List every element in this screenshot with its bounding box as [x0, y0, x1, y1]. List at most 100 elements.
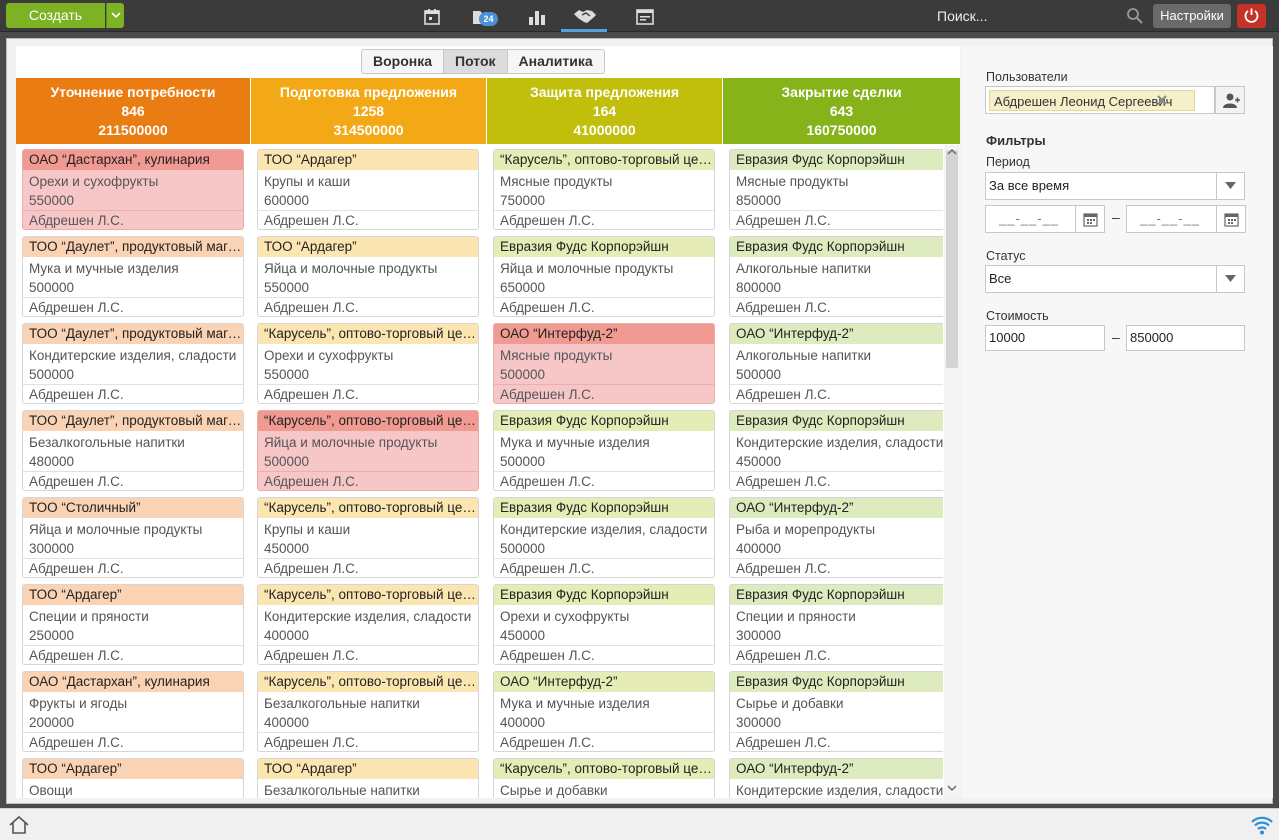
logout-button[interactable] [1237, 4, 1266, 28]
deal-card[interactable]: Евразия Фудс Корпорэйшн Орехи и сухофрукт… [493, 584, 715, 665]
deal-company: “Карусель”, оптово-торговый центр [258, 585, 478, 605]
deal-card[interactable]: Евразия Фудс Корпорэйшн Алкогольные напит… [729, 236, 943, 317]
deal-card[interactable]: Евразия Фудс Корпорэйшн Мука и мучные изд… [493, 410, 715, 491]
deal-card[interactable]: ОАО “Интерфуд-2” Алкогольные напитки 50000… [729, 323, 943, 404]
deal-product: Специи и пряности [736, 609, 856, 624]
deal-amount: 480000 [29, 454, 75, 469]
calendar-icon [424, 9, 440, 25]
settings-button[interactable]: Настройки [1153, 4, 1231, 28]
deal-card[interactable]: “Карусель”, оптово-торговый центр Кондите… [257, 584, 479, 665]
deal-amount: 550000 [264, 280, 310, 295]
deal-card[interactable]: “Карусель”, оптово-торговый центр Мясные … [493, 149, 715, 230]
deal-card[interactable]: Евразия Фудс Корпорэйшн Кондитерские изде… [493, 497, 715, 578]
deal-card[interactable]: ТОО “Столичный” Яйца и молочные продукты 3… [22, 497, 244, 578]
deal-product: Безалкогольные напитки [264, 783, 420, 798]
cost-from-input[interactable]: 10000 [985, 325, 1105, 351]
tab-flow[interactable]: Поток [444, 50, 508, 73]
deal-card[interactable]: ОАО “Интерфуд-2” Кондитерские изделия, сл… [729, 758, 943, 798]
deal-company: ТОО “Даулет”, продуктовый магазин [23, 237, 243, 257]
deal-company: “Карусель”, оптово-торговый центр [258, 498, 478, 518]
nav-deals[interactable] [566, 4, 600, 30]
deal-card[interactable]: ОАО “Дастархан”, кулинария Фрукты и ягоды… [22, 671, 244, 752]
nav-reports[interactable] [520, 4, 554, 30]
deal-amount: 500000 [500, 367, 546, 382]
deal-card[interactable]: ОАО “Дастархан”, кулинария Орехи и сухофр… [22, 149, 244, 230]
create-button[interactable]: Создать [6, 3, 105, 28]
filters-heading: Фильтры [986, 133, 1046, 148]
date-to-field[interactable]: __-__-__ [1126, 205, 1246, 233]
deal-card[interactable]: “Карусель”, оптово-торговый центр Яйца и … [257, 410, 479, 491]
active-nav-indicator [561, 29, 607, 32]
deal-card[interactable]: Евразия Фудс Корпорэйшн Кондитерские изде… [729, 410, 943, 491]
deal-owner: Абдрешен Л.С. [258, 558, 478, 577]
deal-amount: 450000 [500, 628, 546, 643]
deal-card[interactable]: ТОО “Ардагер” Специи и пряности 250000 Абдр… [22, 584, 244, 665]
deal-card[interactable]: “Карусель”, оптово-торговый центр Сырье и… [493, 758, 715, 798]
deal-card[interactable]: “Карусель”, оптово-торговый центр Крупы и… [257, 497, 479, 578]
deal-amount: 750000 [500, 193, 546, 208]
scroll-up-icon[interactable] [947, 148, 957, 155]
calendar-icon[interactable] [1083, 212, 1098, 227]
deal-product: Сырье и добавки [500, 783, 608, 798]
date-from-field[interactable]: __-__-__ [985, 205, 1105, 233]
deal-company: ОАО “Интерфуд-2” [730, 759, 943, 779]
users-field[interactable]: Абдрешен Леонид Сергеевич [985, 86, 1215, 114]
search-icon[interactable] [1126, 7, 1144, 25]
status-select[interactable]: Все [985, 265, 1245, 293]
deal-card[interactable]: Евразия Фудс Корпорэйшн Специи и пряности… [729, 584, 943, 665]
deal-product: Кондитерские изделия, сладости [736, 435, 943, 450]
cost-label: Стоимость [986, 309, 1049, 323]
stage-title: Подготовка предложения [279, 84, 458, 100]
deal-company: Евразия Фудс Корпорэйшн [730, 411, 943, 431]
deal-company: ТОО “Ардагер” [23, 585, 243, 605]
deal-card[interactable]: Евразия Фудс Корпорэйшн Яйца и молочные п… [493, 236, 715, 317]
dropdown-arrow-icon [1225, 275, 1236, 282]
deal-card[interactable]: ОАО “Интерфуд-2” Рыба и морепродукты 40000… [729, 497, 943, 578]
deal-card[interactable]: “Карусель”, оптово-торговый центр Безалко… [257, 671, 479, 752]
deal-product: Рыба и морепродукты [736, 522, 876, 537]
period-select[interactable]: За все время [985, 172, 1245, 200]
deal-owner: Абдрешен Л.С. [494, 558, 714, 577]
deal-company: ТОО “Ардагер” [258, 237, 478, 257]
deal-company: ТОО “Столичный” [23, 498, 243, 518]
tab-funnel[interactable]: Воронка [362, 50, 445, 73]
date-to-placeholder: __-__-__ [1140, 211, 1201, 226]
dropdown-arrow-icon [1225, 182, 1236, 189]
deal-owner: Абдрешен Л.С. [730, 471, 943, 490]
cost-to-input[interactable]: 850000 [1126, 325, 1245, 351]
deal-card[interactable]: ОАО “Интерфуд-2” Мясные продукты 500000 Абд… [493, 323, 715, 404]
deal-card[interactable]: ТОО “Ардагер” Овощи [22, 758, 244, 798]
deal-card[interactable]: ТОО “Даулет”, продуктовый магазин Безалко… [22, 410, 244, 491]
nav-window[interactable] [628, 4, 662, 30]
deal-card[interactable]: ТОО “Ардагер” Безалкогольные напитки [257, 758, 479, 798]
deal-card[interactable]: ТОО “Ардагер” Крупы и каши 600000 Абдрешен … [257, 149, 479, 230]
scrollbar-thumb[interactable] [946, 150, 958, 368]
create-dropdown-button[interactable] [106, 3, 124, 28]
tab-analytics[interactable]: Аналитика [508, 50, 604, 73]
deal-card[interactable]: “Карусель”, оптово-торговый центр Орехи и… [257, 323, 479, 404]
stage-count: 164 [592, 103, 617, 119]
search-input[interactable]: Поиск... [937, 8, 987, 24]
deal-owner: Абдрешен Л.С. [23, 297, 243, 316]
date-range-dash: – [1112, 209, 1120, 225]
deal-product: Мука и мучные изделия [500, 435, 650, 450]
deal-owner: Абдрешен Л.С. [494, 732, 714, 751]
deal-company: ОАО “Интерфуд-2” [494, 324, 714, 344]
deal-card[interactable]: ОАО “Интерфуд-2” Мука и мучные изделия 400… [493, 671, 715, 752]
calendar-icon[interactable] [1224, 212, 1239, 227]
remove-user-icon[interactable] [1156, 94, 1168, 106]
stage-header-clarification: Уточнение потребности 846 211500000 [16, 78, 250, 144]
deal-card[interactable]: Евразия Фудс Корпорэйшн Мясные продукты 85… [729, 149, 943, 230]
date-from-placeholder: __-__-__ [999, 211, 1060, 226]
home-icon[interactable] [8, 815, 30, 835]
stage-title: Уточнение потребности [50, 84, 216, 100]
browser-window-icon [636, 9, 654, 25]
scroll-down-icon[interactable] [947, 785, 957, 792]
deal-card[interactable]: ТОО “Даулет”, продуктовый магазин Мука и … [22, 236, 244, 317]
deal-card[interactable]: ТОО “Ардагер” Яйца и молочные продукты 550… [257, 236, 479, 317]
deal-card[interactable]: Евразия Фудс Корпорэйшн Сырье и добавки 30… [729, 671, 943, 752]
nav-calendar[interactable] [415, 4, 449, 30]
add-user-button[interactable] [1215, 86, 1245, 114]
deal-company: ОАО “Дастархан”, кулинария [23, 150, 243, 170]
deal-card[interactable]: ТОО “Даулет”, продуктовый магазин Кондите… [22, 323, 244, 404]
